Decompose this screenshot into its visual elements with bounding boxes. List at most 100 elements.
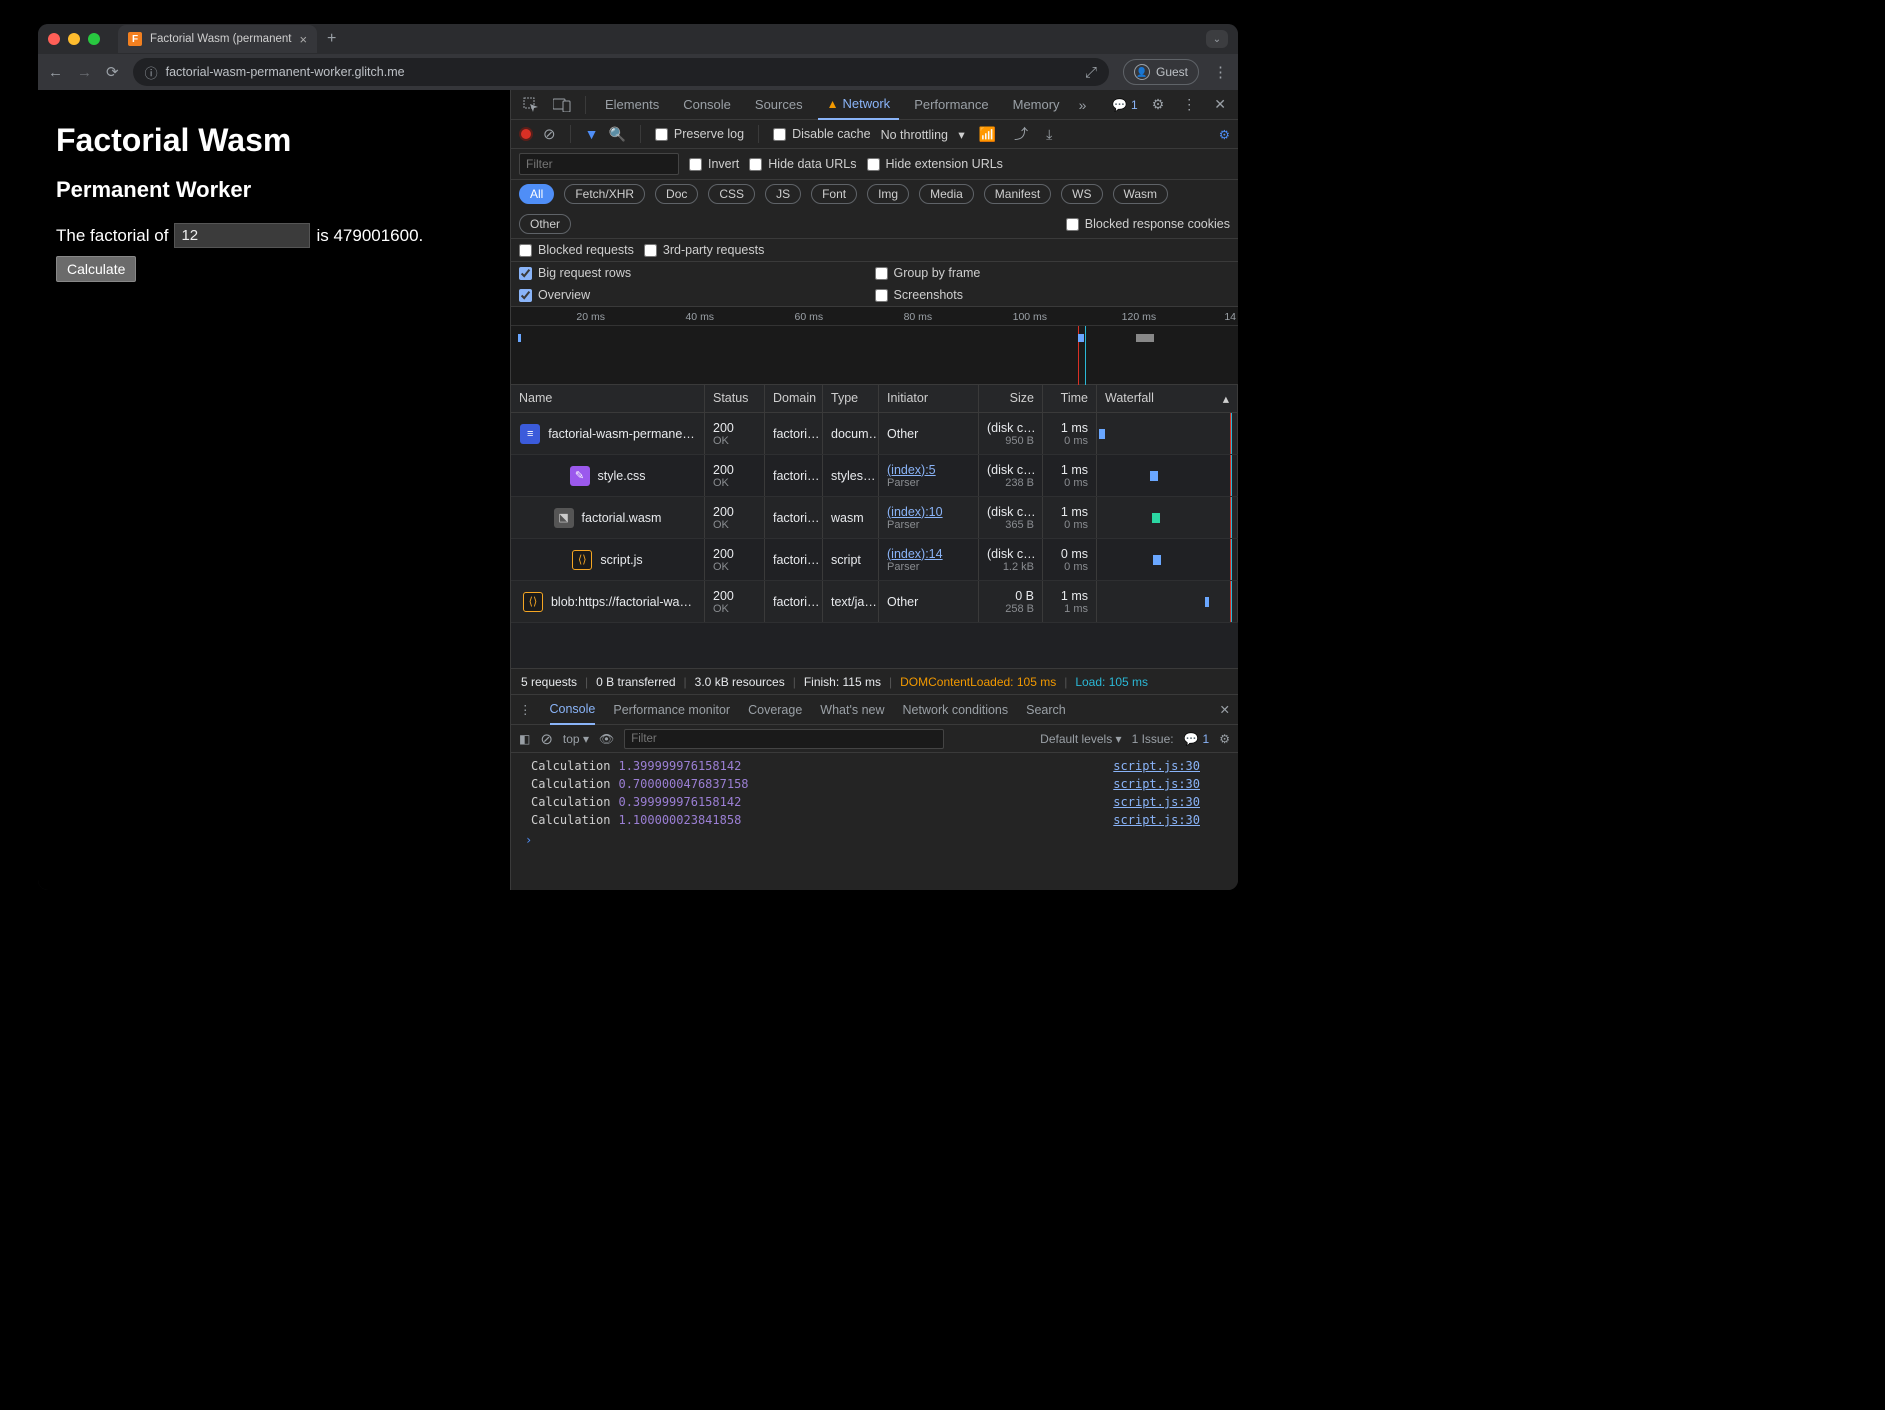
disable-cache-checkbox[interactable]: Disable cache	[773, 127, 871, 141]
drawer-tab-whatsnew[interactable]: What's new	[820, 703, 884, 717]
more-tabs-icon[interactable]: »	[1075, 97, 1091, 113]
timeline-overview[interactable]: 20 ms40 ms60 ms80 ms100 ms120 ms14	[511, 307, 1238, 385]
table-row[interactable]: ≡factorial-wasm-permane… 200OK factori… …	[511, 413, 1238, 455]
tab-memory[interactable]: Memory	[1004, 90, 1069, 120]
console-log-line[interactable]: Calculation0.399999976158142script.js:30	[511, 793, 1238, 811]
profile-button[interactable]: 👤 Guest	[1123, 59, 1199, 85]
console-prompt[interactable]: ›	[511, 829, 1238, 851]
close-drawer-icon[interactable]: ✕	[1220, 702, 1230, 717]
drawer-menu-icon[interactable]: ⋮	[519, 702, 532, 717]
type-filter-manifest[interactable]: Manifest	[984, 184, 1051, 204]
console-log-line[interactable]: Calculation0.7000000476837158script.js:3…	[511, 775, 1238, 793]
maximize-window-button[interactable]	[88, 33, 100, 45]
type-filter-other[interactable]: Other	[519, 214, 571, 234]
tab-network[interactable]: ▲Network	[818, 90, 900, 120]
type-filter-media[interactable]: Media	[919, 184, 974, 204]
blocked-requests-checkbox[interactable]: Blocked requests	[519, 243, 634, 257]
col-name[interactable]: Name	[511, 385, 705, 412]
console-log-line[interactable]: Calculation1.399999976158142script.js:30	[511, 757, 1238, 775]
log-source-link[interactable]: script.js:30	[1113, 759, 1218, 773]
type-filter-fetchxhr[interactable]: Fetch/XHR	[564, 184, 645, 204]
settings-icon[interactable]: ⚙	[1148, 96, 1169, 113]
zoom-icon[interactable]: ⤢	[1085, 64, 1097, 81]
hide-ext-urls-checkbox[interactable]: Hide extension URLs	[867, 157, 1003, 171]
overview-checkbox[interactable]: Overview	[519, 288, 875, 302]
device-toggle-icon[interactable]	[549, 98, 575, 112]
drawer-tab-perfmon[interactable]: Performance monitor	[613, 703, 730, 717]
address-bar[interactable]: ⓘ factorial-wasm-permanent-worker.glitch…	[133, 58, 1109, 86]
log-source-link[interactable]: script.js:30	[1113, 795, 1218, 809]
tab-performance[interactable]: Performance	[905, 90, 997, 120]
type-filter-font[interactable]: Font	[811, 184, 857, 204]
col-waterfall[interactable]: Waterfall▴	[1097, 385, 1238, 412]
close-window-button[interactable]	[48, 33, 60, 45]
window-menu-button[interactable]: ⌄	[1206, 30, 1228, 48]
console-filter-input[interactable]	[624, 729, 944, 749]
big-rows-checkbox[interactable]: Big request rows	[519, 266, 875, 280]
inspect-icon[interactable]	[519, 97, 543, 113]
live-expression-icon[interactable]: 👁	[599, 732, 614, 746]
throttling-select[interactable]: No throttling ▾	[881, 127, 965, 142]
devtools-menu-icon[interactable]: ⋮	[1178, 96, 1200, 113]
col-time[interactable]: Time	[1043, 385, 1097, 412]
drawer-tab-coverage[interactable]: Coverage	[748, 703, 802, 717]
reload-button[interactable]: ⟳	[106, 63, 119, 81]
levels-select[interactable]: Default levels ▾	[1040, 732, 1121, 746]
col-size[interactable]: Size	[979, 385, 1043, 412]
col-domain[interactable]: Domain	[765, 385, 823, 412]
col-initiator[interactable]: Initiator	[879, 385, 979, 412]
drawer-tab-search[interactable]: Search	[1026, 703, 1066, 717]
log-source-link[interactable]: script.js:30	[1113, 813, 1218, 827]
col-status[interactable]: Status	[705, 385, 765, 412]
col-type[interactable]: Type	[823, 385, 879, 412]
browser-tab[interactable]: F Factorial Wasm (permanent ×	[118, 25, 317, 53]
type-filter-all[interactable]: All	[519, 184, 554, 204]
type-filter-css[interactable]: CSS	[708, 184, 755, 204]
import-har-icon[interactable]: ⤴	[1010, 124, 1032, 144]
close-tab-icon[interactable]: ×	[299, 32, 307, 47]
calculate-button[interactable]: Calculate	[56, 256, 136, 282]
tab-console[interactable]: Console	[674, 90, 740, 120]
hide-data-urls-checkbox[interactable]: Hide data URLs	[749, 157, 856, 171]
tab-elements[interactable]: Elements	[596, 90, 668, 120]
preserve-log-checkbox[interactable]: Preserve log	[655, 127, 744, 141]
group-frame-checkbox[interactable]: Group by frame	[875, 266, 1231, 280]
export-har-icon[interactable]: ⤓	[1042, 126, 1056, 143]
tab-sources[interactable]: Sources	[746, 90, 812, 120]
filter-input[interactable]	[519, 153, 679, 175]
filter-toggle-icon[interactable]: ▼	[585, 126, 599, 142]
drawer-tab-netcond[interactable]: Network conditions	[903, 703, 1009, 717]
new-tab-button[interactable]: +	[327, 30, 336, 48]
clear-button[interactable]: ⊘	[543, 125, 556, 143]
back-button[interactable]: ←	[48, 64, 63, 81]
type-filter-ws[interactable]: WS	[1061, 184, 1102, 204]
record-button[interactable]	[519, 127, 533, 141]
clear-console-icon[interactable]: ⊘	[540, 730, 553, 748]
forward-button[interactable]: →	[77, 64, 92, 81]
search-icon[interactable]: 🔍	[608, 126, 625, 143]
table-row[interactable]: ⬔factorial.wasm 200OK factori… wasm (ind…	[511, 497, 1238, 539]
console-issues-button[interactable]: 💬 1	[1184, 732, 1210, 746]
minimize-window-button[interactable]	[68, 33, 80, 45]
table-row[interactable]: ⟨⟩script.js 200OK factori… script (index…	[511, 539, 1238, 581]
invert-checkbox[interactable]: Invert	[689, 157, 739, 171]
drawer-tab-console[interactable]: Console	[550, 695, 596, 725]
type-filter-js[interactable]: JS	[765, 184, 801, 204]
network-settings-icon[interactable]: ⚙	[1219, 127, 1230, 142]
log-source-link[interactable]: script.js:30	[1113, 777, 1218, 791]
factorial-input[interactable]	[174, 223, 310, 248]
third-party-checkbox[interactable]: 3rd-party requests	[644, 243, 764, 257]
type-filter-doc[interactable]: Doc	[655, 184, 698, 204]
screenshots-checkbox[interactable]: Screenshots	[875, 288, 1231, 302]
blocked-cookies-checkbox[interactable]: Blocked response cookies	[1066, 217, 1230, 231]
table-row[interactable]: ✎style.css 200OK factori… styles… (index…	[511, 455, 1238, 497]
browser-menu-icon[interactable]: ⋮	[1213, 63, 1228, 81]
network-conditions-icon[interactable]: 📶	[975, 126, 1000, 143]
console-sidebar-icon[interactable]: ◧	[519, 732, 530, 746]
table-row[interactable]: ⟨⟩blob:https://factorial-wa… 200OK facto…	[511, 581, 1238, 623]
console-settings-icon[interactable]: ⚙	[1219, 732, 1230, 746]
type-filter-wasm[interactable]: Wasm	[1113, 184, 1169, 204]
context-select[interactable]: top ▾	[563, 732, 589, 746]
console-log-line[interactable]: Calculation1.100000023841858script.js:30	[511, 811, 1238, 829]
type-filter-img[interactable]: Img	[867, 184, 909, 204]
